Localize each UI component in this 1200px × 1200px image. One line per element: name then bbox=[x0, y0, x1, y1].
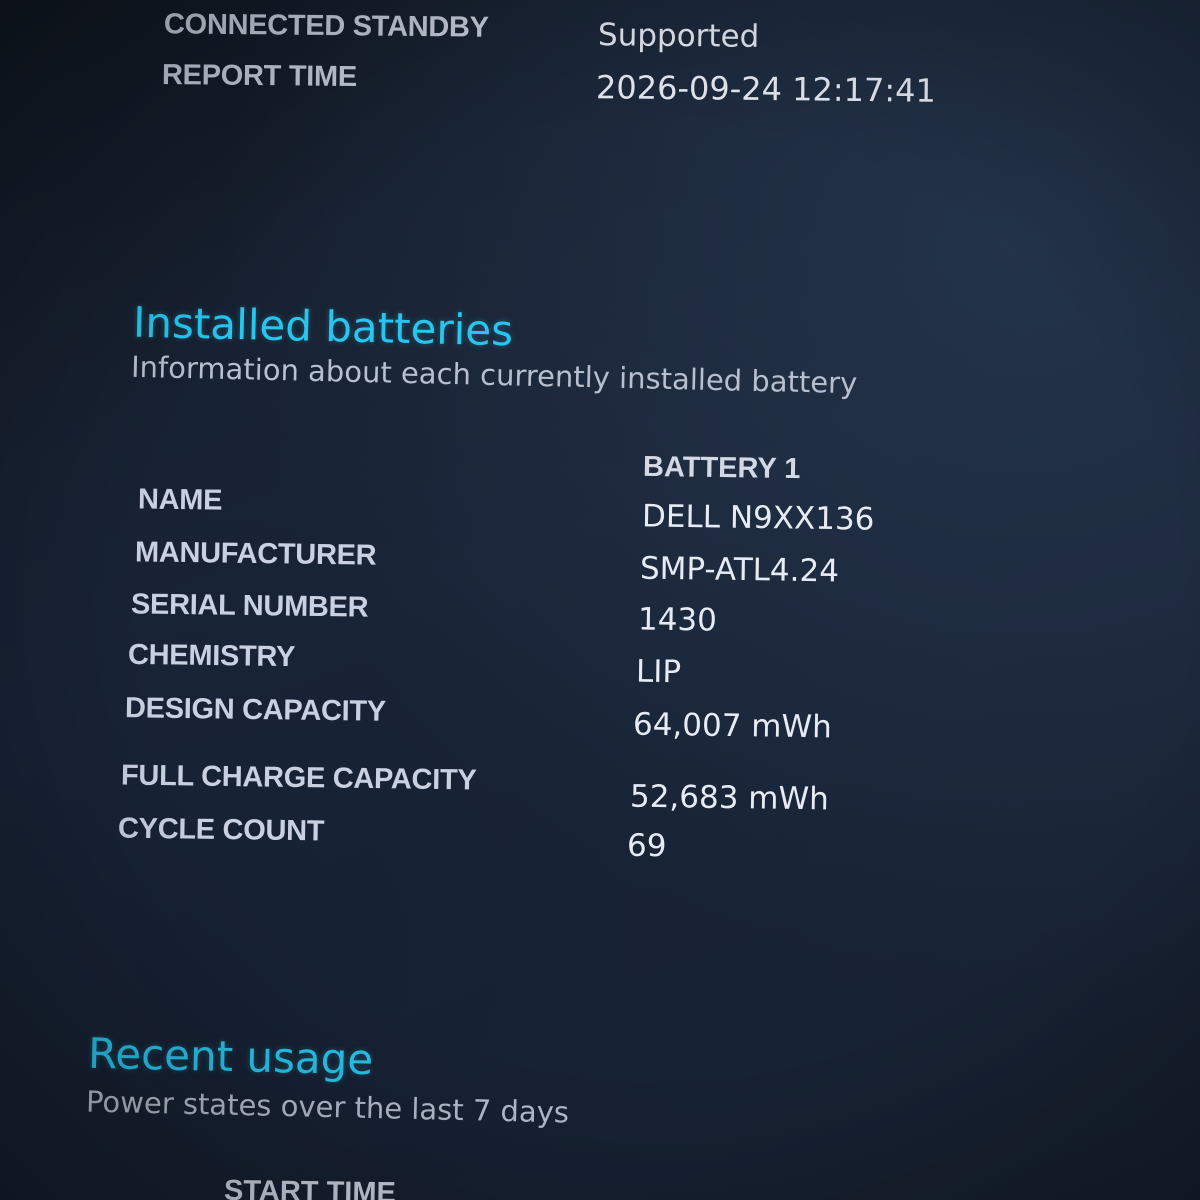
installed-batteries-subtitle: Information about each currently install… bbox=[130, 349, 858, 401]
battery-full-charge-capacity-label: FULL CHARGE CAPACITY bbox=[120, 759, 477, 797]
connected-standby-label: CONNECTED STANDBY bbox=[163, 8, 489, 44]
battery-chemistry-label: CHEMISTRY bbox=[127, 638, 296, 674]
recent-usage-subtitle: Power states over the last 7 days bbox=[85, 1084, 570, 1130]
battery-name-value: DELL N9XX136 bbox=[641, 498, 875, 538]
battery-full-charge-capacity-value: 52,683 mWh bbox=[629, 778, 830, 818]
connected-standby-value: Supported bbox=[597, 17, 760, 55]
installed-batteries-heading: Installed batteries bbox=[132, 297, 514, 356]
battery-design-capacity-value: 64,007 mWh bbox=[632, 706, 833, 746]
battery-chemistry-value: LIP bbox=[635, 653, 682, 691]
report-time-value: 2026-09-24 12:17:41 bbox=[595, 68, 937, 110]
battery-manufacturer-label: MANUFACTURER bbox=[134, 536, 377, 572]
battery-cycle-count-value: 69 bbox=[626, 827, 667, 865]
battery-1-column-header: BATTERY 1 bbox=[642, 450, 801, 486]
start-time-column-header: START TIME bbox=[223, 1174, 397, 1200]
battery-serial-number-value: 1430 bbox=[637, 601, 718, 639]
recent-usage-heading: Recent usage bbox=[87, 1028, 374, 1085]
battery-report-screen: CONNECTED STANDBY Supported REPORT TIME … bbox=[0, 0, 1200, 1200]
battery-design-capacity-label: DESIGN CAPACITY bbox=[124, 692, 387, 728]
battery-manufacturer-value: SMP-ATL4.24 bbox=[639, 550, 840, 590]
battery-serial-number-label: SERIAL NUMBER bbox=[130, 588, 369, 624]
battery-name-label: NAME bbox=[137, 483, 223, 517]
battery-cycle-count-label: CYCLE COUNT bbox=[117, 812, 325, 848]
report-time-label: REPORT TIME bbox=[161, 58, 358, 94]
